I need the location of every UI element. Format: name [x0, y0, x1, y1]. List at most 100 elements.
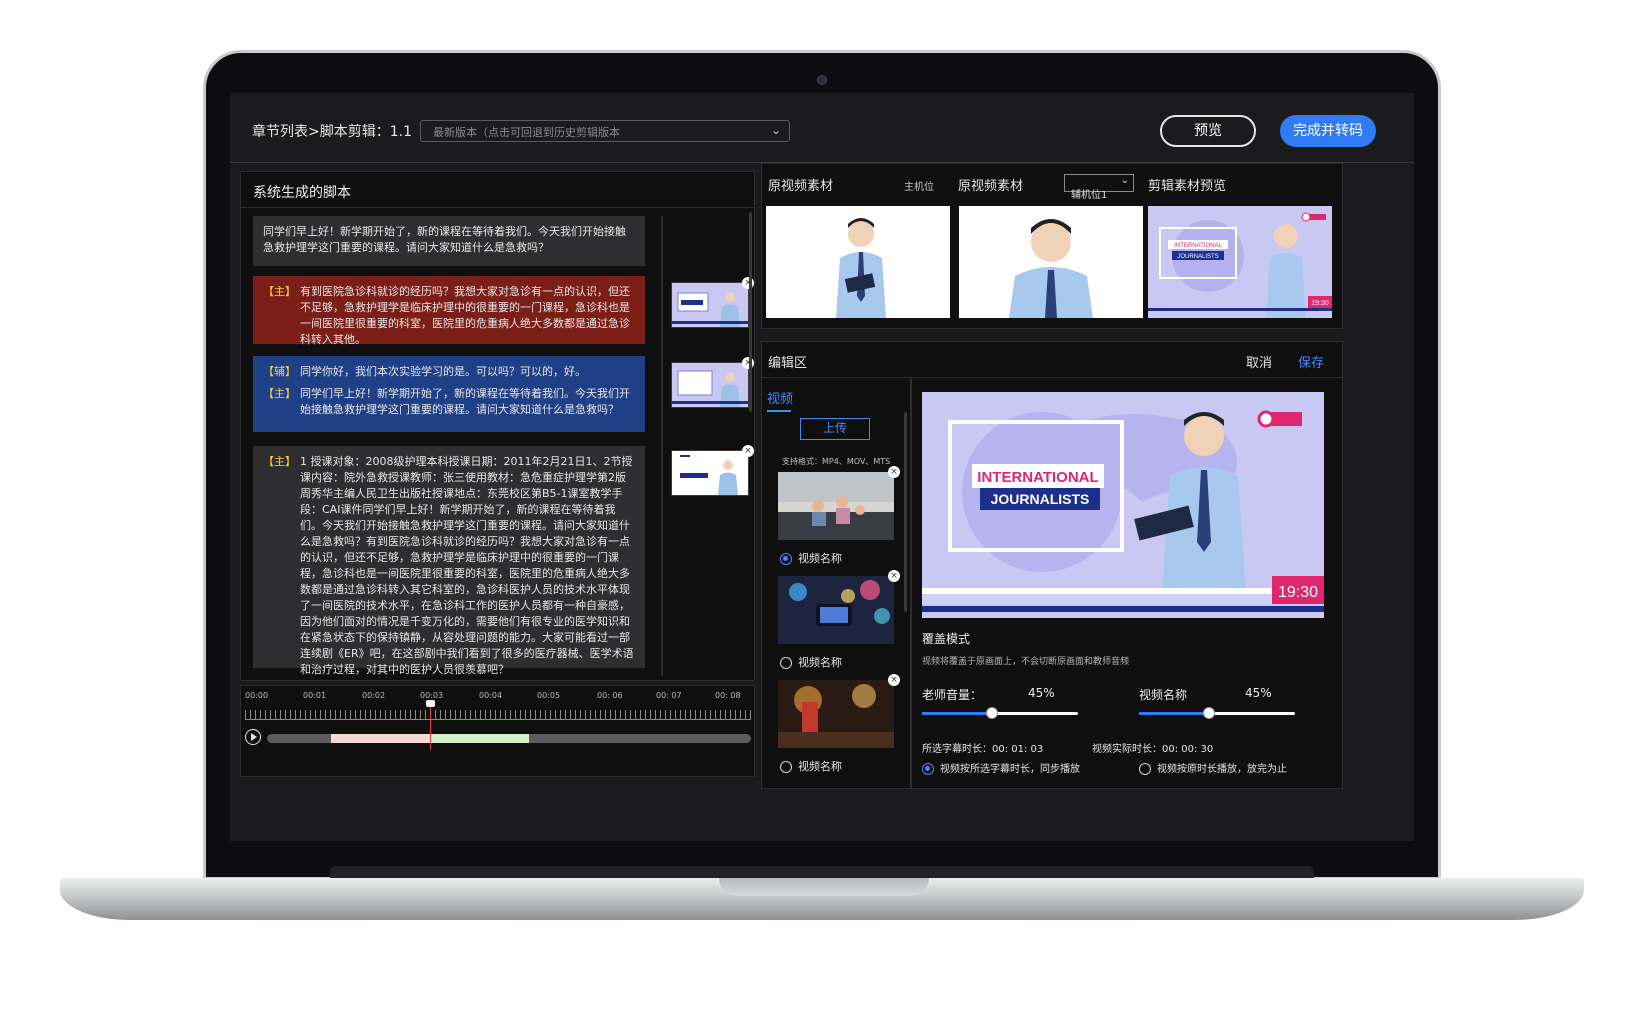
clip-thumbnail[interactable]: × — [671, 357, 754, 408]
remove-material-icon[interactable]: × — [888, 466, 900, 478]
remove-clip-icon[interactable]: × — [742, 277, 754, 289]
time-label: 00:03 — [420, 691, 444, 700]
script-scrollbar[interactable] — [749, 212, 752, 412]
radio-icon[interactable] — [780, 657, 792, 669]
timeline-track[interactable] — [267, 734, 751, 743]
preview-title-line1: INTERNATIONAL — [977, 469, 1098, 486]
timeline: 00:00 00:01 00:02 00:03 00:04 00:05 00: … — [240, 685, 755, 777]
edited-preview-video[interactable]: INTERNATIONAL JOURNALISTS 19:30 — [1148, 206, 1332, 318]
material-option[interactable]: 视频名称 — [780, 654, 842, 670]
remove-clip-icon[interactable]: × — [742, 357, 754, 369]
slider-handle[interactable] — [986, 707, 999, 719]
material-thumbnail[interactable]: × — [778, 674, 900, 748]
svg-text:INTERNATIONAL: INTERNATIONAL — [1174, 243, 1222, 249]
save-button[interactable]: 保存 — [1298, 352, 1324, 371]
edit-header: 编辑区 取消 保存 — [762, 342, 1342, 378]
top-bar: 章节列表>脚本剪辑：1.1 最新版本（点击可回退到历史剪辑版本 ⌄ 预览 完成并… — [230, 93, 1414, 163]
clip-thumbnail-column: × × × — [661, 216, 754, 676]
webcam — [817, 75, 827, 85]
source-title-main: 原视频素材 — [768, 179, 834, 194]
news-graphic-image: INTERNATIONAL JOURNALISTS 19:30 — [1148, 206, 1332, 318]
edit-preview-player[interactable]: INTERNATIONAL JOURNALISTS 19:30 — [922, 392, 1324, 618]
version-select-value: 最新版本（点击可回退到历史剪辑版本 — [433, 126, 620, 139]
script-block-main[interactable]: 【主】 1 授课对象：2008级护理本科授课日期：2011年2月21日1、2节授… — [253, 446, 645, 676]
radio-selected-icon[interactable] — [780, 553, 792, 565]
preview-button[interactable]: 预览 — [1160, 115, 1256, 147]
camera-select[interactable]: 辅机位1 ⌄ — [1064, 174, 1134, 201]
format-note: 支持格式：MP4、MOV、MTS — [782, 457, 891, 466]
clip-thumbnail[interactable]: × — [671, 277, 754, 328]
script-text: 同学们早上好！新学期开始了，新的课程在等待着我们。今天我们开始接触急救护理学这门… — [300, 387, 630, 416]
timeline-ruler[interactable] — [245, 710, 751, 720]
time-label: 00:05 — [537, 691, 561, 700]
remove-material-icon[interactable]: × — [888, 570, 900, 582]
edit-panel: 编辑区 取消 保存 视频 上传 支持格式：MP4、MOV、MTS × 视频名称 … — [761, 341, 1343, 789]
teacher-volume-label: 老师音量： — [922, 688, 983, 702]
presenter-image — [766, 206, 950, 318]
tab-video[interactable]: 视频 — [767, 388, 793, 407]
finish-transcode-button[interactable]: 完成并转码 — [1280, 115, 1376, 147]
material-thumbnail[interactable]: × — [778, 570, 900, 644]
remove-clip-icon[interactable]: × — [742, 445, 754, 457]
slider-handle[interactable] — [1203, 707, 1216, 719]
breadcrumb[interactable]: 章节列表>脚本剪辑：1.1 — [252, 121, 412, 141]
script-panel: 系统生成的脚本 同学们早上好！新学期开始了，新的课程在等待着我们。今天我们开始接… — [240, 171, 755, 681]
playhead[interactable] — [426, 700, 435, 750]
clip-thumbnail[interactable]: × — [671, 445, 754, 496]
main-tag: 【主】 — [263, 455, 296, 468]
mode-title: 覆盖模式 — [922, 632, 971, 646]
main-tag: 【主】 — [263, 285, 296, 298]
material-name: 视频名称 — [798, 552, 842, 565]
script-list: 同学们早上好！新学期开始了，新的课程在等待着我们。今天我们开始接触急救护理学这门… — [253, 216, 645, 676]
version-select[interactable]: 最新版本（点击可回退到历史剪辑版本 ⌄ — [420, 120, 790, 142]
anchor-whiteboard-thumbnail — [672, 363, 748, 407]
chevron-down-icon: ⌄ — [1120, 175, 1129, 186]
main-tag: 【主】 — [263, 387, 296, 400]
edit-preview-title: 剪辑素材预览 — [1148, 179, 1227, 194]
script-block-main[interactable]: 【主】 有到医院急诊科就诊的经历吗？我想大家对急诊有一点的认识，但还不足够，急救… — [253, 276, 645, 346]
source-panel: 原视频素材 主机位 原视频素材 辅机位1 ⌄ 剪辑素材预览 INTERNATIO… — [761, 163, 1343, 329]
family-sofa-image — [778, 472, 894, 540]
time-label: 00:02 — [362, 691, 386, 700]
sync-playback-option[interactable]: 视频按所选字幕时长，同步播放 — [922, 760, 1080, 775]
cancel-button[interactable]: 取消 — [1246, 352, 1272, 371]
material-name: 视频名称 — [798, 760, 842, 773]
time-label: 00:01 — [303, 691, 327, 700]
script-block[interactable]: 同学们早上好！新学期开始了，新的课程在等待着我们。今天我们开始接触急救护理学这门… — [253, 216, 645, 266]
material-thumbnail[interactable]: × — [778, 466, 900, 540]
material-scrollbar[interactable] — [904, 412, 907, 612]
presenter-closeup-image — [959, 206, 1143, 318]
video-volume-slider[interactable] — [1139, 707, 1295, 719]
chevron-down-icon: ⌄ — [770, 123, 781, 137]
aux-segment[interactable] — [431, 734, 529, 743]
video-volume-label: 视频名称 — [1139, 688, 1188, 702]
material-option[interactable]: 视频名称 — [780, 758, 842, 774]
teacher-volume-slider[interactable] — [922, 707, 1078, 719]
preview-time: 19:30 — [1278, 584, 1318, 601]
play-icon[interactable] — [245, 729, 261, 745]
option-label: 视频按原时长播放，放完为止 — [1157, 764, 1287, 775]
edit-panel-title: 编辑区 — [768, 356, 808, 371]
main-camera-video[interactable] — [766, 206, 950, 318]
remove-material-icon[interactable]: × — [888, 674, 900, 686]
upload-button[interactable]: 上传 — [800, 418, 870, 440]
night-street-image — [778, 680, 894, 748]
radio-selected-icon[interactable] — [922, 763, 934, 775]
aux-camera-video[interactable] — [959, 206, 1143, 318]
source-header: 原视频素材 主机位 原视频素材 辅机位1 ⌄ 剪辑素材预览 — [762, 164, 1342, 202]
script-block-aux[interactable]: 【辅】 同学你好，我们本次实验学习的是。可以吗？可以的，好。 【主】 同学们早上… — [253, 356, 645, 432]
script-panel-title: 系统生成的脚本 — [241, 172, 754, 208]
teacher-volume-value: 45% — [1028, 686, 1055, 700]
time-label: 00: 06 — [597, 691, 623, 700]
main-segment[interactable] — [331, 734, 431, 743]
radio-icon[interactable] — [780, 761, 792, 773]
svg-text:JOURNALISTS: JOURNALISTS — [1177, 254, 1218, 260]
time-label: 00:04 — [479, 691, 503, 700]
news-preview-image: INTERNATIONAL JOURNALISTS 19:30 — [922, 392, 1324, 618]
original-length-option[interactable]: 视频按原时长播放，放完为止 — [1139, 760, 1287, 775]
laptop-bezel — [330, 866, 1314, 878]
svg-text:19:30: 19:30 — [1311, 300, 1329, 307]
actual-duration: 视频实际时长：00: 00: 30 — [1092, 744, 1214, 755]
material-option[interactable]: 视频名称 — [780, 550, 842, 566]
radio-icon[interactable] — [1139, 763, 1151, 775]
